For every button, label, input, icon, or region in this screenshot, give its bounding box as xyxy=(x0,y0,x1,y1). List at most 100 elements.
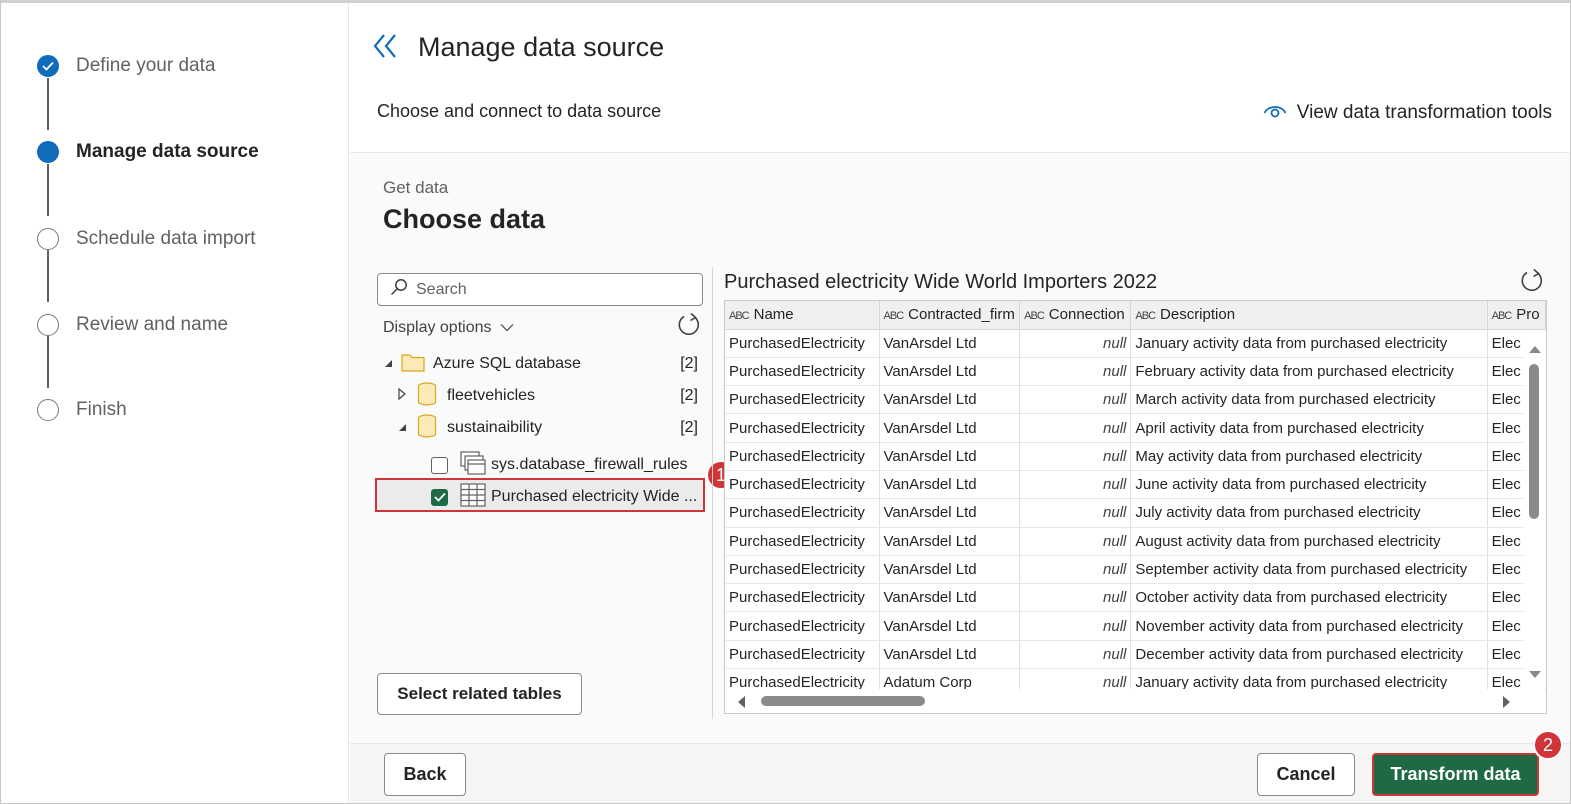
item-count: [2] xyxy=(680,419,698,436)
text-type-icon: ABC xyxy=(1024,310,1045,323)
text-type-icon: ABC xyxy=(729,310,750,323)
vertical-scroll-thumb[interactable] xyxy=(1529,364,1539,519)
section-eyebrow: Get data xyxy=(383,178,449,197)
step-connector xyxy=(47,250,49,302)
step-connector xyxy=(47,336,49,388)
refresh-icon[interactable] xyxy=(676,312,702,343)
column-header-contracted-firm[interactable]: ABC Contracted_firm xyxy=(879,301,1021,330)
step-label: Manage data source xyxy=(76,141,259,162)
step-finish[interactable]: Finish xyxy=(37,399,127,421)
search-box[interactable] xyxy=(377,273,703,306)
step-label: Review and name xyxy=(76,314,229,335)
app-window: Define your data Manage data source Sche… xyxy=(0,0,1571,804)
select-related-tables-button[interactable]: Select related tables xyxy=(377,673,582,715)
column-header-pro[interactable]: ABC Pro xyxy=(1487,301,1546,330)
page-header: Manage data source Choose and connect to… xyxy=(350,3,1570,153)
database-icon xyxy=(417,381,437,411)
horizontal-scrollbar[interactable] xyxy=(725,689,1546,713)
tree-item-fleetvehicles[interactable]: fleetvehicles [2] xyxy=(397,381,698,411)
tree-item-sustainaibility[interactable]: sustainaibility [2] xyxy=(397,413,698,443)
step-label: Define your data xyxy=(76,55,216,76)
main-panel: Manage data source Choose and connect to… xyxy=(350,3,1570,803)
page-subtitle: Choose and connect to data source xyxy=(377,101,662,121)
preview-title: Purchased electricity Wide World Importe… xyxy=(724,271,1158,293)
table-row: PurchasedElectricity VanArsdel Ltd null Jan… xyxy=(725,329,1546,358)
page-title: Manage data source xyxy=(418,32,665,62)
table-row: PurchasedElectricity VanArsdel Ltd null Feb… xyxy=(725,357,1546,387)
item-count: [2] xyxy=(680,355,698,372)
refresh-icon[interactable] xyxy=(1519,268,1545,299)
view-transformation-tools-link[interactable]: View data transformation tools xyxy=(1263,102,1552,124)
pending-step-icon xyxy=(37,314,59,336)
checkmark-icon xyxy=(37,55,59,77)
column-header-name[interactable]: ABC Name xyxy=(725,301,880,330)
step-manage-data-source[interactable]: Manage data source xyxy=(37,141,259,163)
panel-divider xyxy=(712,267,713,719)
pending-step-icon xyxy=(37,399,59,421)
checkbox-checked[interactable] xyxy=(431,488,448,506)
scroll-left-icon[interactable] xyxy=(737,695,745,713)
tree-item-purchased-electricity[interactable]: Purchased electricity Wide ... xyxy=(431,482,701,512)
scroll-down-icon[interactable] xyxy=(1529,666,1541,684)
text-type-icon: ABC xyxy=(1135,310,1156,323)
step-connector xyxy=(47,164,49,216)
eye-icon xyxy=(1263,103,1287,124)
tree-item-azure-sql-database[interactable]: Azure SQL database [2] xyxy=(383,349,698,379)
table-row: PurchasedElectricity VanArsdel Ltd null Sep… xyxy=(725,555,1546,585)
column-header-description[interactable]: ABC Description xyxy=(1130,301,1488,330)
text-type-icon: ABC xyxy=(883,310,905,323)
step-define-your-data[interactable]: Define your data xyxy=(37,55,215,77)
view-tools-label: View data transformation tools xyxy=(1296,102,1552,123)
preview-table: ABC Name ABC Contracted_firm ABC Connection… xyxy=(725,301,1546,698)
tree-item-label: sys.database_firewall_rules xyxy=(491,456,688,473)
collapse-chevrons-icon[interactable] xyxy=(372,31,398,61)
folder-icon xyxy=(401,352,425,377)
table-row: PurchasedElectricity VanArsdel Ltd null Dec… xyxy=(725,640,1546,670)
tree-item-label: sustainaibility xyxy=(447,419,543,436)
callout-badge-2: 2 xyxy=(1533,730,1563,760)
table-header-row: ABC Name ABC Contracted_firm ABC Connection… xyxy=(725,301,1546,330)
step-label: Finish xyxy=(76,399,127,420)
table-row: PurchasedElectricity VanArsdel Ltd null Mar… xyxy=(725,385,1546,415)
wizard-stepper: Define your data Manage data source Sche… xyxy=(1,3,349,803)
scroll-up-icon[interactable] xyxy=(1529,340,1541,358)
search-input[interactable] xyxy=(416,280,696,299)
column-header-connection[interactable]: ABC Connection xyxy=(1019,301,1132,330)
step-review-and-name[interactable]: Review and name xyxy=(37,314,228,336)
table-row: PurchasedElectricity VanArsdel Ltd null Jun… xyxy=(725,470,1546,500)
wizard-footer: Back Cancel Transform data 2 xyxy=(350,730,1570,803)
horizontal-scroll-thumb[interactable] xyxy=(761,696,925,706)
step-connector xyxy=(47,78,49,130)
tree-item-label: Purchased electricity Wide ... xyxy=(491,488,698,505)
checkbox[interactable] xyxy=(431,456,448,474)
table-row: PurchasedElectricity VanArsdel Ltd null May… xyxy=(725,442,1546,471)
vertical-scrollbar[interactable] xyxy=(1524,330,1546,688)
tree-item-label: fleetvehicles xyxy=(447,387,536,404)
cancel-button[interactable]: Cancel xyxy=(1257,753,1355,796)
display-options-dropdown[interactable]: Display options xyxy=(383,319,514,337)
back-button[interactable]: Back xyxy=(384,753,466,796)
tree-item-sys-database-firewall-rules[interactable]: sys.database_firewall_rules xyxy=(431,450,688,480)
text-type-icon: ABC xyxy=(1491,310,1513,323)
expanded-caret-icon xyxy=(397,419,407,437)
content-area: Get data Choose data Display options xyxy=(350,154,1570,743)
table-icon xyxy=(460,482,486,512)
transform-data-button[interactable]: Transform data xyxy=(1372,753,1539,796)
view-icon xyxy=(460,450,486,480)
search-icon xyxy=(390,278,408,301)
expanded-caret-icon xyxy=(383,355,393,373)
step-schedule-data-import[interactable]: Schedule data import xyxy=(37,228,256,250)
collapsed-caret-icon xyxy=(397,387,407,405)
table-row: PurchasedElectricity VanArsdel Ltd null Nov… xyxy=(725,611,1546,641)
table-row: PurchasedElectricity VanArsdel Ltd null Oct… xyxy=(725,583,1546,613)
pending-step-icon xyxy=(37,228,59,250)
data-preview-grid[interactable]: ABC Name ABC Contracted_firm ABC Connection… xyxy=(724,300,1547,714)
chevron-down-icon xyxy=(500,319,514,337)
scroll-right-icon[interactable] xyxy=(1503,695,1511,713)
display-options-label: Display options xyxy=(383,319,492,336)
item-count: [2] xyxy=(680,387,698,404)
current-step-icon xyxy=(37,141,59,163)
step-label: Schedule data import xyxy=(76,228,256,249)
tree-item-label: Azure SQL database xyxy=(433,355,581,372)
table-row: PurchasedElectricity VanArsdel Ltd null Jul… xyxy=(725,498,1546,528)
